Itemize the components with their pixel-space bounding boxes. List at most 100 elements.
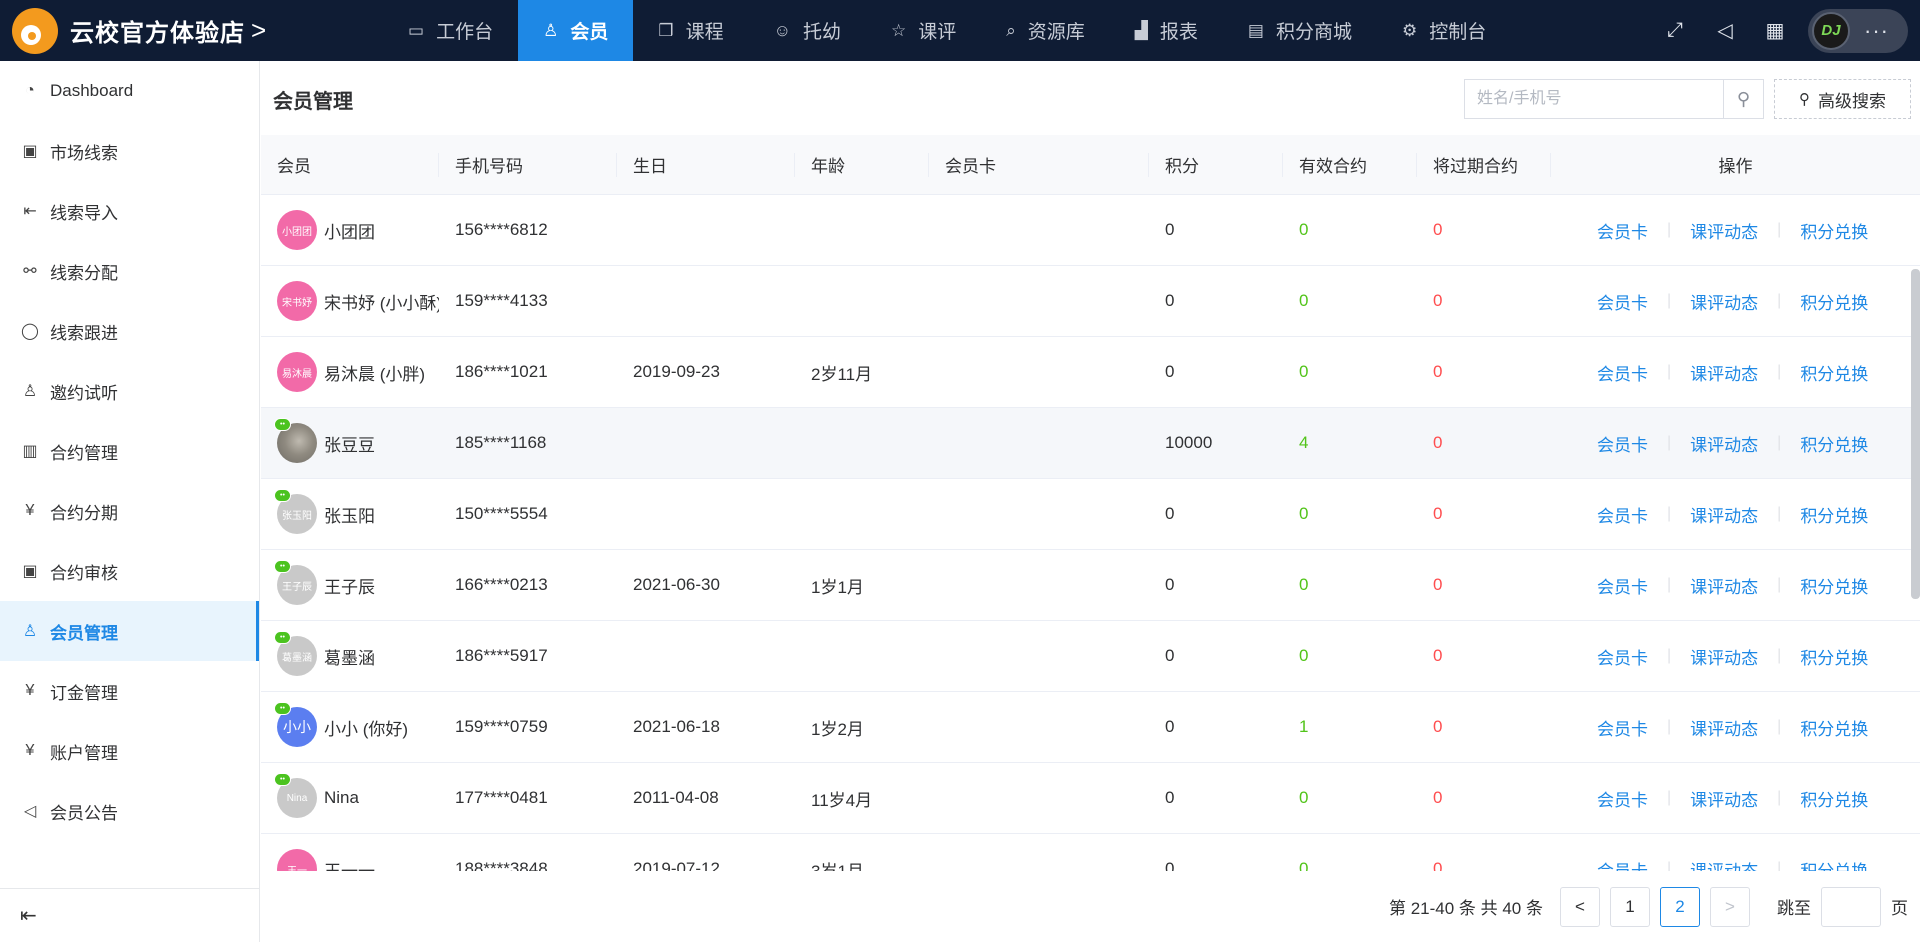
sidebar-item-9[interactable]: ♙ 会员管理 <box>0 601 259 661</box>
collapse-sidebar-icon[interactable]: ⇤ <box>0 888 259 942</box>
action-link-1[interactable]: 课评动态 <box>1690 360 1758 385</box>
member-name[interactable]: 王子辰 <box>324 573 375 598</box>
sidebar-item-12[interactable]: ◁ 会员公告 <box>0 781 259 841</box>
advanced-search-button[interactable]: ⚲ 高级搜索 <box>1774 79 1911 119</box>
announcement-icon[interactable]: ◁ <box>1700 18 1750 43</box>
table-row[interactable]: 小小 •• 小小 (你好) 159****0759 2021-06-18 1岁2月 0 1 0 会… <box>261 692 1920 763</box>
table-row[interactable]: 张玉阳 •• 张玉阳 150****5554 0 0 0 会员卡 | 课评动态 | 积分兑换 <box>261 479 1920 550</box>
action-link-0[interactable]: 会员卡 <box>1597 715 1648 740</box>
member-name[interactable]: 小小 (你好) <box>324 715 408 740</box>
action-link-2[interactable]: 积分兑换 <box>1800 360 1868 385</box>
action-link-2[interactable]: 积分兑换 <box>1800 289 1868 314</box>
chevron-right-icon: > <box>251 15 267 45</box>
action-link-0[interactable]: 会员卡 <box>1597 786 1648 811</box>
points-cell: 10000 <box>1165 433 1213 452</box>
prev-page-button[interactable]: < <box>1560 886 1600 927</box>
nav-tab-8[interactable]: ⚙ 控制台 <box>1377 0 1511 61</box>
sidebar-item-11[interactable]: ¥ 账户管理 <box>0 721 259 781</box>
member-name[interactable]: 易沐晨 (小胖) <box>324 360 425 385</box>
action-link-2[interactable]: 积分兑换 <box>1800 644 1868 669</box>
member-name[interactable]: 宋书妤 (小小酥) <box>324 289 439 314</box>
action-link-1[interactable]: 课评动态 <box>1690 289 1758 314</box>
age-cell: 1岁1月 <box>811 577 864 597</box>
action-link-2[interactable]: 积分兑换 <box>1800 786 1868 811</box>
sidebar-item-5[interactable]: ♙ 邀约试听 <box>0 361 259 421</box>
action-link-0[interactable]: 会员卡 <box>1597 218 1648 243</box>
action-link-0[interactable]: 会员卡 <box>1597 431 1648 456</box>
table-row[interactable]: •• 张豆豆 185****1168 10000 4 0 会员卡 | 课评动态 | 积分兑换 <box>261 408 1920 479</box>
expiring-contracts-cell: 0 <box>1433 717 1443 736</box>
nav-tab-2[interactable]: ❒ 课程 <box>633 0 748 61</box>
member-name[interactable]: 张豆豆 <box>324 431 375 456</box>
search-input[interactable] <box>1465 80 1723 118</box>
table-row[interactable]: 小团团 小团团 156****6812 0 0 0 会员卡 | 课评动态 | 积分兑换 <box>261 195 1920 266</box>
page-button-1[interactable]: 1 <box>1610 886 1650 927</box>
action-link-0[interactable]: 会员卡 <box>1597 857 1648 872</box>
action-link-2[interactable]: 积分兑换 <box>1800 218 1868 243</box>
sidebar-item-3[interactable]: ⚯ 线索分配 <box>0 241 259 301</box>
table-row[interactable]: 王子辰 •• 王子辰 166****0213 2021-06-30 1岁1月 0 0 0 会员卡 |… <box>261 550 1920 621</box>
action-link-1[interactable]: 课评动态 <box>1690 502 1758 527</box>
valid-contracts-cell: 0 <box>1299 575 1309 594</box>
member-cell: •• 张豆豆 <box>261 408 439 479</box>
nav-tab-1[interactable]: ♙ 会员 <box>518 0 634 61</box>
action-link-1[interactable]: 课评动态 <box>1690 431 1758 456</box>
member-name[interactable]: 小团团 <box>324 218 375 243</box>
table-row[interactable]: Nina •• Nina 177****0481 2011-04-08 11岁4月 0 0 0 会… <box>261 763 1920 834</box>
member-name[interactable]: 张玉阳 <box>324 502 375 527</box>
actions-cell: 会员卡 | 课评动态 | 积分兑换 <box>1551 337 1920 408</box>
sidebar-item-4[interactable]: ◯ 线索跟进 <box>0 301 259 361</box>
action-link-1[interactable]: 课评动态 <box>1690 218 1758 243</box>
nav-tab-3[interactable]: ☺ 托幼 <box>749 0 866 61</box>
member-name[interactable]: Nina <box>324 788 359 808</box>
sidebar-item-10[interactable]: ¥ 订金管理 <box>0 661 259 721</box>
sidebar-item-1[interactable]: ▣ 市场线索 <box>0 121 259 181</box>
member-name[interactable]: 王一一 <box>324 857 375 872</box>
expiring-contracts-cell: 0 <box>1433 788 1443 807</box>
table-row[interactable]: 王一 王一一 188****3848 2019-07-12 3岁1月 0 0 0 会员卡 | 课评动… <box>261 834 1920 871</box>
action-link-1[interactable]: 课评动态 <box>1690 715 1758 740</box>
nav-tab-6[interactable]: ▟ 报表 <box>1110 0 1223 61</box>
nav-tab-4[interactable]: ☆ 课评 <box>866 0 981 61</box>
page-button-2[interactable]: 2 <box>1660 886 1700 927</box>
action-link-2[interactable]: 积分兑换 <box>1800 502 1868 527</box>
action-link-0[interactable]: 会员卡 <box>1597 360 1648 385</box>
sidebar-item-6[interactable]: ▥ 合约管理 <box>0 421 259 481</box>
action-link-2[interactable]: 积分兑换 <box>1800 431 1868 456</box>
table-row[interactable]: 宋书妤 宋书妤 (小小酥) 159****4133 0 0 0 会员卡 | 课评动态 | 积分兑换 <box>261 266 1920 337</box>
sidebar-item-8[interactable]: ▣ 合约审核 <box>0 541 259 601</box>
table-row[interactable]: 易沐晨 易沐晨 (小胖) 186****1021 2019-09-23 2岁11月 0 0 0… <box>261 337 1920 408</box>
action-link-0[interactable]: 会员卡 <box>1597 289 1648 314</box>
brand[interactable]: 云校官方体验店 > <box>0 0 383 61</box>
member-name[interactable]: 葛墨涵 <box>324 644 375 669</box>
next-page-button[interactable]: > <box>1710 886 1750 927</box>
action-link-1[interactable]: 课评动态 <box>1690 857 1758 872</box>
fullscreen-icon[interactable]: ⤢ <box>1650 19 1700 42</box>
action-link-1[interactable]: 课评动态 <box>1690 644 1758 669</box>
jump-page-input[interactable] <box>1821 886 1881 927</box>
sidebar-item-0[interactable]: ◔ Dashboard <box>0 61 259 121</box>
action-link-2[interactable]: 积分兑换 <box>1800 715 1868 740</box>
smile-icon: ☺ <box>773 20 791 40</box>
nav-tab-7[interactable]: ▤ 积分商城 <box>1223 0 1377 61</box>
action-link-1[interactable]: 课评动态 <box>1690 573 1758 598</box>
table-header: 会员 手机号码 生日 年龄 会员卡 积分 有效合约 将过期合约 操作 <box>261 135 1920 195</box>
search-icon[interactable]: ⚲ <box>1723 80 1763 118</box>
nav-tab-0[interactable]: ▭ 工作台 <box>383 0 518 61</box>
action-link-1[interactable]: 课评动态 <box>1690 786 1758 811</box>
qrcode-icon[interactable]: ▦ <box>1750 18 1800 43</box>
action-link-0[interactable]: 会员卡 <box>1597 573 1648 598</box>
user-menu[interactable]: DJ ··· <box>1808 8 1908 53</box>
nav-tab-5[interactable]: ⌕ 资源库 <box>981 0 1110 61</box>
chart-icon: ▟ <box>1134 20 1148 40</box>
action-link-0[interactable]: 会员卡 <box>1597 644 1648 669</box>
age-cell: 2岁11月 <box>811 364 873 384</box>
action-link-2[interactable]: 积分兑换 <box>1800 573 1868 598</box>
action-link-0[interactable]: 会员卡 <box>1597 502 1648 527</box>
table-scrollbar[interactable] <box>1911 269 1920 599</box>
sidebar-item-2[interactable]: ⇤ 线索导入 <box>0 181 259 241</box>
sidebar-item-7[interactable]: ¥ 合约分期 <box>0 481 259 541</box>
action-link-2[interactable]: 积分兑换 <box>1800 857 1868 872</box>
table-row[interactable]: 葛墨涵 •• 葛墨涵 186****5917 0 0 0 会员卡 | 课评动态 | 积分兑换 <box>261 621 1920 692</box>
jump-label: 跳至 <box>1777 899 1811 918</box>
